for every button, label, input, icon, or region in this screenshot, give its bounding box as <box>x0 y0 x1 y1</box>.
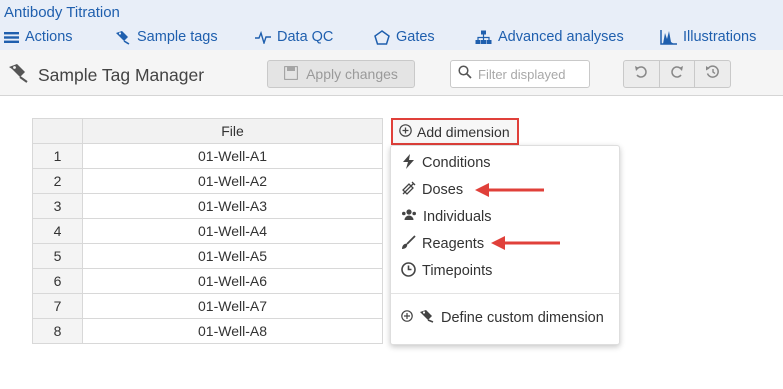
people-icon <box>401 208 417 226</box>
nav-actions-label: Actions <box>25 29 73 45</box>
tag-icon <box>115 30 131 45</box>
redo-button[interactable] <box>660 61 696 87</box>
pentagon-icon <box>374 29 390 45</box>
menu-divider <box>391 293 619 294</box>
undo-button[interactable] <box>624 61 660 87</box>
hamburger-icon <box>4 31 19 44</box>
undo-icon <box>634 65 648 84</box>
histogram-icon <box>660 29 677 45</box>
top-navigation-bar: Antibody Titration Actions Sample tags D… <box>0 0 783 50</box>
tag-icon <box>8 63 30 88</box>
history-icon <box>705 64 720 84</box>
save-icon <box>283 65 299 83</box>
menu-item-timepoints[interactable]: Timepoints <box>401 261 492 281</box>
pulse-icon <box>255 30 271 44</box>
page-title-text: Sample Tag Manager <box>38 65 205 85</box>
syringe-icon <box>401 181 416 200</box>
table-row[interactable]: 1 01-Well-A1 <box>32 143 383 169</box>
brush-icon <box>401 234 416 254</box>
lightning-icon <box>401 153 416 173</box>
search-icon <box>458 64 472 84</box>
file-cell[interactable]: 01-Well-A7 <box>82 293 383 319</box>
menu-item-conditions-label: Conditions <box>422 155 491 171</box>
nav-data-qc[interactable]: Data QC <box>255 27 333 47</box>
history-button[interactable] <box>695 61 730 87</box>
redo-icon <box>670 65 684 84</box>
row-index: 2 <box>32 168 83 194</box>
nav-actions[interactable]: Actions <box>4 27 73 47</box>
file-cell[interactable]: 01-Well-A4 <box>82 218 383 244</box>
add-dimension-label: Add dimension <box>417 123 510 140</box>
row-index: 8 <box>32 318 83 344</box>
file-cell[interactable]: 01-Well-A8 <box>82 318 383 344</box>
menu-item-conditions[interactable]: Conditions <box>401 153 491 173</box>
row-index: 6 <box>32 268 83 294</box>
nav-gates[interactable]: Gates <box>374 27 435 47</box>
nav-data-qc-label: Data QC <box>277 29 334 45</box>
filter-field[interactable] <box>450 60 590 88</box>
toolbar: Sample Tag Manager Apply changes <box>0 50 783 96</box>
menu-item-reagents-label: Reagents <box>422 236 485 252</box>
table-row[interactable]: 4 01-Well-A4 <box>32 218 383 244</box>
table-row[interactable]: 8 01-Well-A8 <box>32 318 383 344</box>
file-cell[interactable]: 01-Well-A6 <box>82 268 383 294</box>
menu-item-individuals[interactable]: Individuals <box>401 207 492 227</box>
tag-icon <box>419 309 435 327</box>
clock-icon <box>401 261 416 281</box>
row-index: 3 <box>32 193 83 219</box>
filter-input[interactable] <box>478 66 588 82</box>
plus-circle-icon <box>401 310 413 326</box>
menu-item-define-custom[interactable]: Define custom dimension <box>401 308 604 328</box>
nav-sample-tags[interactable]: Sample tags <box>115 27 218 47</box>
file-cell[interactable]: 01-Well-A2 <box>82 168 383 194</box>
file-cell[interactable]: 01-Well-A1 <box>82 143 383 169</box>
nav-advanced-analyses-label: Advanced analyses <box>498 29 624 45</box>
arrow-annotation-reagents <box>491 236 560 250</box>
menu-item-timepoints-label: Timepoints <box>422 263 493 279</box>
menu-item-individuals-label: Individuals <box>423 209 492 225</box>
table-row[interactable]: 5 01-Well-A5 <box>32 243 383 269</box>
row-index: 4 <box>32 218 83 244</box>
plus-circle-icon <box>399 123 412 140</box>
row-index: 1 <box>32 143 83 169</box>
app-title: Antibody Titration <box>4 4 120 21</box>
menu-item-reagents[interactable]: Reagents <box>401 234 484 254</box>
file-cell[interactable]: 01-Well-A5 <box>82 243 383 269</box>
row-index: 7 <box>32 293 83 319</box>
arrow-annotation-doses <box>475 183 544 197</box>
table-row[interactable]: 7 01-Well-A7 <box>32 293 383 319</box>
file-column-header[interactable]: File <box>82 118 383 144</box>
nav-illustrations[interactable]: Illustrations <box>660 27 756 47</box>
menu-item-define-custom-label: Define custom dimension <box>441 310 604 326</box>
files-table: File 1 01-Well-A1 2 01-Well-A2 3 01-Well-A3 4 0… <box>32 118 383 344</box>
apply-changes-label: Apply changes <box>306 66 398 82</box>
menu-item-doses-label: Doses <box>422 182 464 198</box>
apply-changes-button[interactable]: Apply changes <box>267 60 415 88</box>
index-header <box>32 118 83 144</box>
page-title: Sample Tag Manager <box>8 63 204 88</box>
table-row[interactable]: 3 01-Well-A3 <box>32 193 383 219</box>
table-header-row: File <box>32 118 383 144</box>
menu-item-doses[interactable]: Doses <box>401 180 463 200</box>
file-cell[interactable]: 01-Well-A3 <box>82 193 383 219</box>
main-nav: Actions Sample tags Data QC Gates Advanc… <box>0 27 783 47</box>
table-row[interactable]: 2 01-Well-A2 <box>32 168 383 194</box>
nav-advanced-analyses[interactable]: Advanced analyses <box>475 27 624 47</box>
hierarchy-icon <box>475 30 492 45</box>
add-dimension-button[interactable]: Add dimension <box>391 118 519 145</box>
history-button-group <box>623 60 731 88</box>
table-row[interactable]: 6 01-Well-A6 <box>32 268 383 294</box>
row-index: 5 <box>32 243 83 269</box>
nav-gates-label: Gates <box>396 29 435 45</box>
nav-sample-tags-label: Sample tags <box>137 29 218 45</box>
nav-illustrations-label: Illustrations <box>683 29 757 45</box>
